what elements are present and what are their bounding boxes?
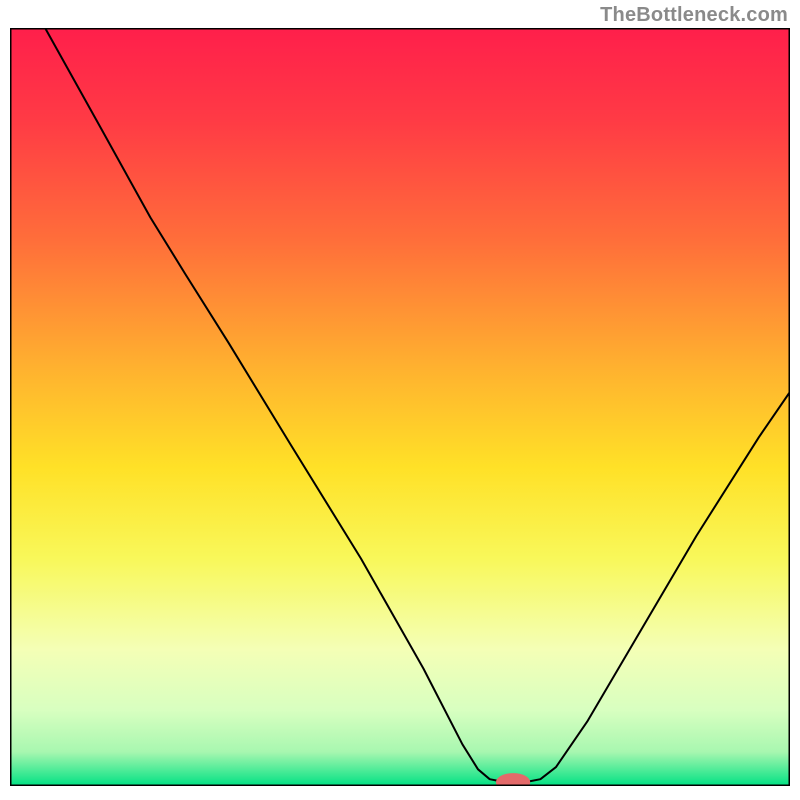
watermark-text: TheBottleneck.com bbox=[600, 4, 788, 27]
bottleneck-chart bbox=[10, 28, 790, 786]
chart-frame bbox=[10, 28, 790, 786]
gradient-background bbox=[10, 28, 790, 786]
